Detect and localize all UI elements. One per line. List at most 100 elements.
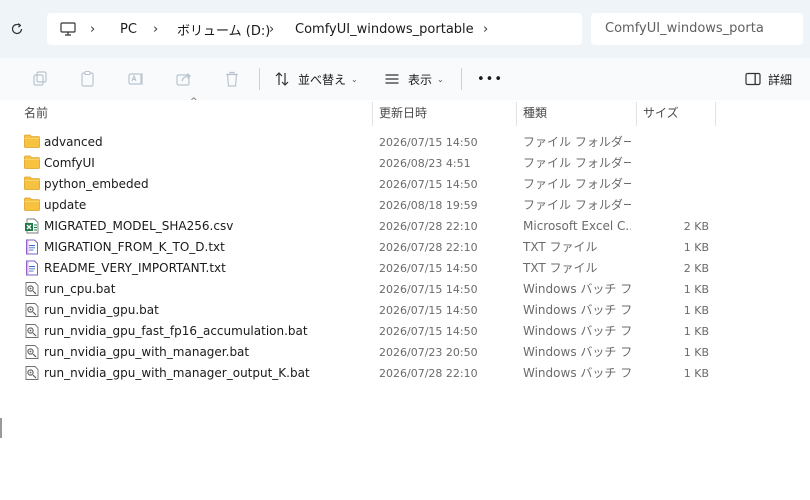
- column-header-name[interactable]: 名前: [24, 100, 48, 126]
- sort-button[interactable]: 並べ替え ⌄: [274, 66, 358, 92]
- file-name: ComfyUI: [44, 156, 95, 170]
- search-placeholder: ComfyUI_windows_porta: [605, 21, 764, 36]
- refresh-icon[interactable]: [8, 20, 26, 38]
- cut-icon[interactable]: [30, 69, 50, 89]
- file-type: ファイル フォルダー: [523, 156, 631, 170]
- file-type: Windows バッチ ファ...: [523, 366, 631, 380]
- chevron-right-icon[interactable]: ›: [269, 13, 274, 45]
- file-type: Windows バッチ ファ...: [523, 282, 631, 296]
- file-type: Windows バッチ ファ...: [523, 303, 631, 317]
- file-type: Microsoft Excel C...: [523, 219, 631, 233]
- share-icon[interactable]: [174, 69, 194, 89]
- batch-file-icon: [24, 323, 40, 340]
- file-row[interactable]: run_nvidia_gpu.bat 2026/07/15 14:50 Window…: [0, 300, 810, 321]
- breadcrumb-label: PC: [120, 21, 137, 37]
- file-row[interactable]: MIGRATION_FROM_K_TO_D.txt 2026/07/28 22:1…: [0, 237, 810, 258]
- more-options-button[interactable]: •••: [477, 66, 503, 92]
- batch-file-icon: [24, 302, 40, 319]
- breadcrumb-label: ボリューム (D:): [177, 23, 271, 39]
- sort-ascending-icon: ^: [190, 97, 198, 107]
- excel-file-icon: [24, 218, 40, 235]
- delete-icon[interactable]: [222, 69, 242, 89]
- file-date: 2026/07/15 14:50: [379, 325, 478, 338]
- chevron-right-icon[interactable]: ›: [90, 13, 95, 45]
- computer-icon[interactable]: [59, 13, 77, 45]
- toolbar-divider: [259, 68, 260, 90]
- details-label: 詳細: [768, 72, 793, 87]
- file-list: advanced 2026/07/15 14:50 ファイル フォルダー ComfyU…: [0, 132, 810, 384]
- file-row[interactable]: run_nvidia_gpu_with_manager_output_K.bat…: [0, 363, 810, 384]
- file-size: [640, 153, 709, 174]
- file-size: 1 KB: [683, 325, 709, 338]
- column-divider[interactable]: [715, 102, 716, 126]
- batch-file-icon: [24, 365, 40, 382]
- file-size: 1 KB: [683, 304, 709, 317]
- column-divider[interactable]: [516, 102, 517, 126]
- file-size: 1 KB: [683, 241, 709, 254]
- file-date: 2026/08/23 4:51: [379, 157, 471, 170]
- view-button[interactable]: 表示 ⌄: [384, 66, 444, 92]
- chevron-right-icon[interactable]: ›: [483, 13, 488, 45]
- details-pane-icon: [745, 72, 761, 86]
- file-row[interactable]: ComfyUI 2026/08/23 4:51 ファイル フォルダー: [0, 153, 810, 174]
- column-header-date[interactable]: 更新日時: [379, 100, 427, 126]
- file-type: ファイル フォルダー: [523, 177, 631, 191]
- column-divider[interactable]: [372, 102, 373, 126]
- sort-icon: [274, 71, 290, 87]
- text-file-icon: [24, 239, 40, 256]
- chevron-down-icon: ⌄: [437, 74, 444, 84]
- file-row[interactable]: advanced 2026/07/15 14:50 ファイル フォルダー: [0, 132, 810, 153]
- command-bar: 並べ替え ⌄ 表示 ⌄ ••• 詳細: [0, 58, 810, 100]
- file-name: advanced: [44, 135, 103, 149]
- file-date: 2026/07/28 22:10: [379, 367, 478, 380]
- chevron-right-icon[interactable]: ›: [153, 13, 158, 45]
- breadcrumb-item-pc[interactable]: PC: [120, 13, 137, 45]
- file-row[interactable]: run_nvidia_gpu_with_manager.bat 2026/07/2…: [0, 342, 810, 363]
- paste-icon[interactable]: [78, 69, 98, 89]
- file-size: 2 KB: [683, 220, 709, 233]
- file-row[interactable]: run_cpu.bat 2026/07/15 14:50 Windows バッチ フ…: [0, 279, 810, 300]
- file-name: run_cpu.bat: [44, 282, 116, 296]
- file-size: [640, 174, 709, 195]
- batch-file-icon: [24, 344, 40, 361]
- file-name: README_VERY_IMPORTANT.txt: [44, 261, 226, 275]
- scroll-indicator: [0, 418, 2, 438]
- file-date: 2026/07/28 22:10: [379, 241, 478, 254]
- details-pane-button[interactable]: 詳細: [745, 66, 792, 92]
- file-size: [640, 132, 709, 153]
- file-date: 2026/07/15 14:50: [379, 136, 478, 149]
- file-row[interactable]: MIGRATED_MODEL_SHA256.csv 2026/07/28 22:1…: [0, 216, 810, 237]
- file-row[interactable]: update 2026/08/18 19:59 ファイル フォルダー: [0, 195, 810, 216]
- file-date: 2026/07/15 14:50: [379, 304, 478, 317]
- breadcrumb[interactable]: › PC › ボリューム (D:) › ComfyUI_windows_port…: [47, 13, 582, 45]
- folder-icon: [24, 176, 40, 193]
- batch-file-icon: [24, 281, 40, 298]
- folder-icon: [24, 197, 40, 214]
- file-size: [640, 195, 709, 216]
- file-name: python_embeded: [44, 177, 149, 191]
- address-bar-row: › PC › ボリューム (D:) › ComfyUI_windows_port…: [0, 0, 810, 58]
- column-header-size[interactable]: サイズ: [643, 100, 679, 126]
- breadcrumb-item-comfyui-windows-portable[interactable]: ComfyUI_windows_portable: [295, 13, 474, 45]
- file-date: 2026/08/18 19:59: [379, 199, 478, 212]
- more-options-icon: •••: [477, 71, 504, 87]
- file-row[interactable]: run_nvidia_gpu_fast_fp16_accumulation.ba…: [0, 321, 810, 342]
- search-input[interactable]: ComfyUI_windows_porta: [591, 13, 803, 45]
- file-type: TXT ファイル: [523, 240, 598, 254]
- folder-icon: [24, 134, 40, 151]
- sort-label: 並べ替え: [298, 72, 347, 87]
- file-name: MIGRATION_FROM_K_TO_D.txt: [44, 240, 225, 254]
- file-size: 2 KB: [683, 262, 709, 275]
- file-date: 2026/07/23 20:50: [379, 346, 478, 359]
- file-size: 1 KB: [683, 346, 709, 359]
- file-date: 2026/07/15 14:50: [379, 262, 478, 275]
- file-row[interactable]: README_VERY_IMPORTANT.txt 2026/07/15 14:5…: [0, 258, 810, 279]
- breadcrumb-item-volume-d[interactable]: ボリューム (D:): [177, 13, 270, 45]
- file-row[interactable]: python_embeded 2026/07/15 14:50 ファイル フォルダー: [0, 174, 810, 195]
- column-header: ^ 名前 更新日時 種類 サイズ: [0, 97, 810, 126]
- text-file-icon: [24, 260, 40, 277]
- rename-icon[interactable]: [126, 69, 146, 89]
- file-size: 1 KB: [683, 283, 709, 296]
- column-header-type[interactable]: 種類: [523, 100, 547, 126]
- column-divider[interactable]: [636, 102, 637, 126]
